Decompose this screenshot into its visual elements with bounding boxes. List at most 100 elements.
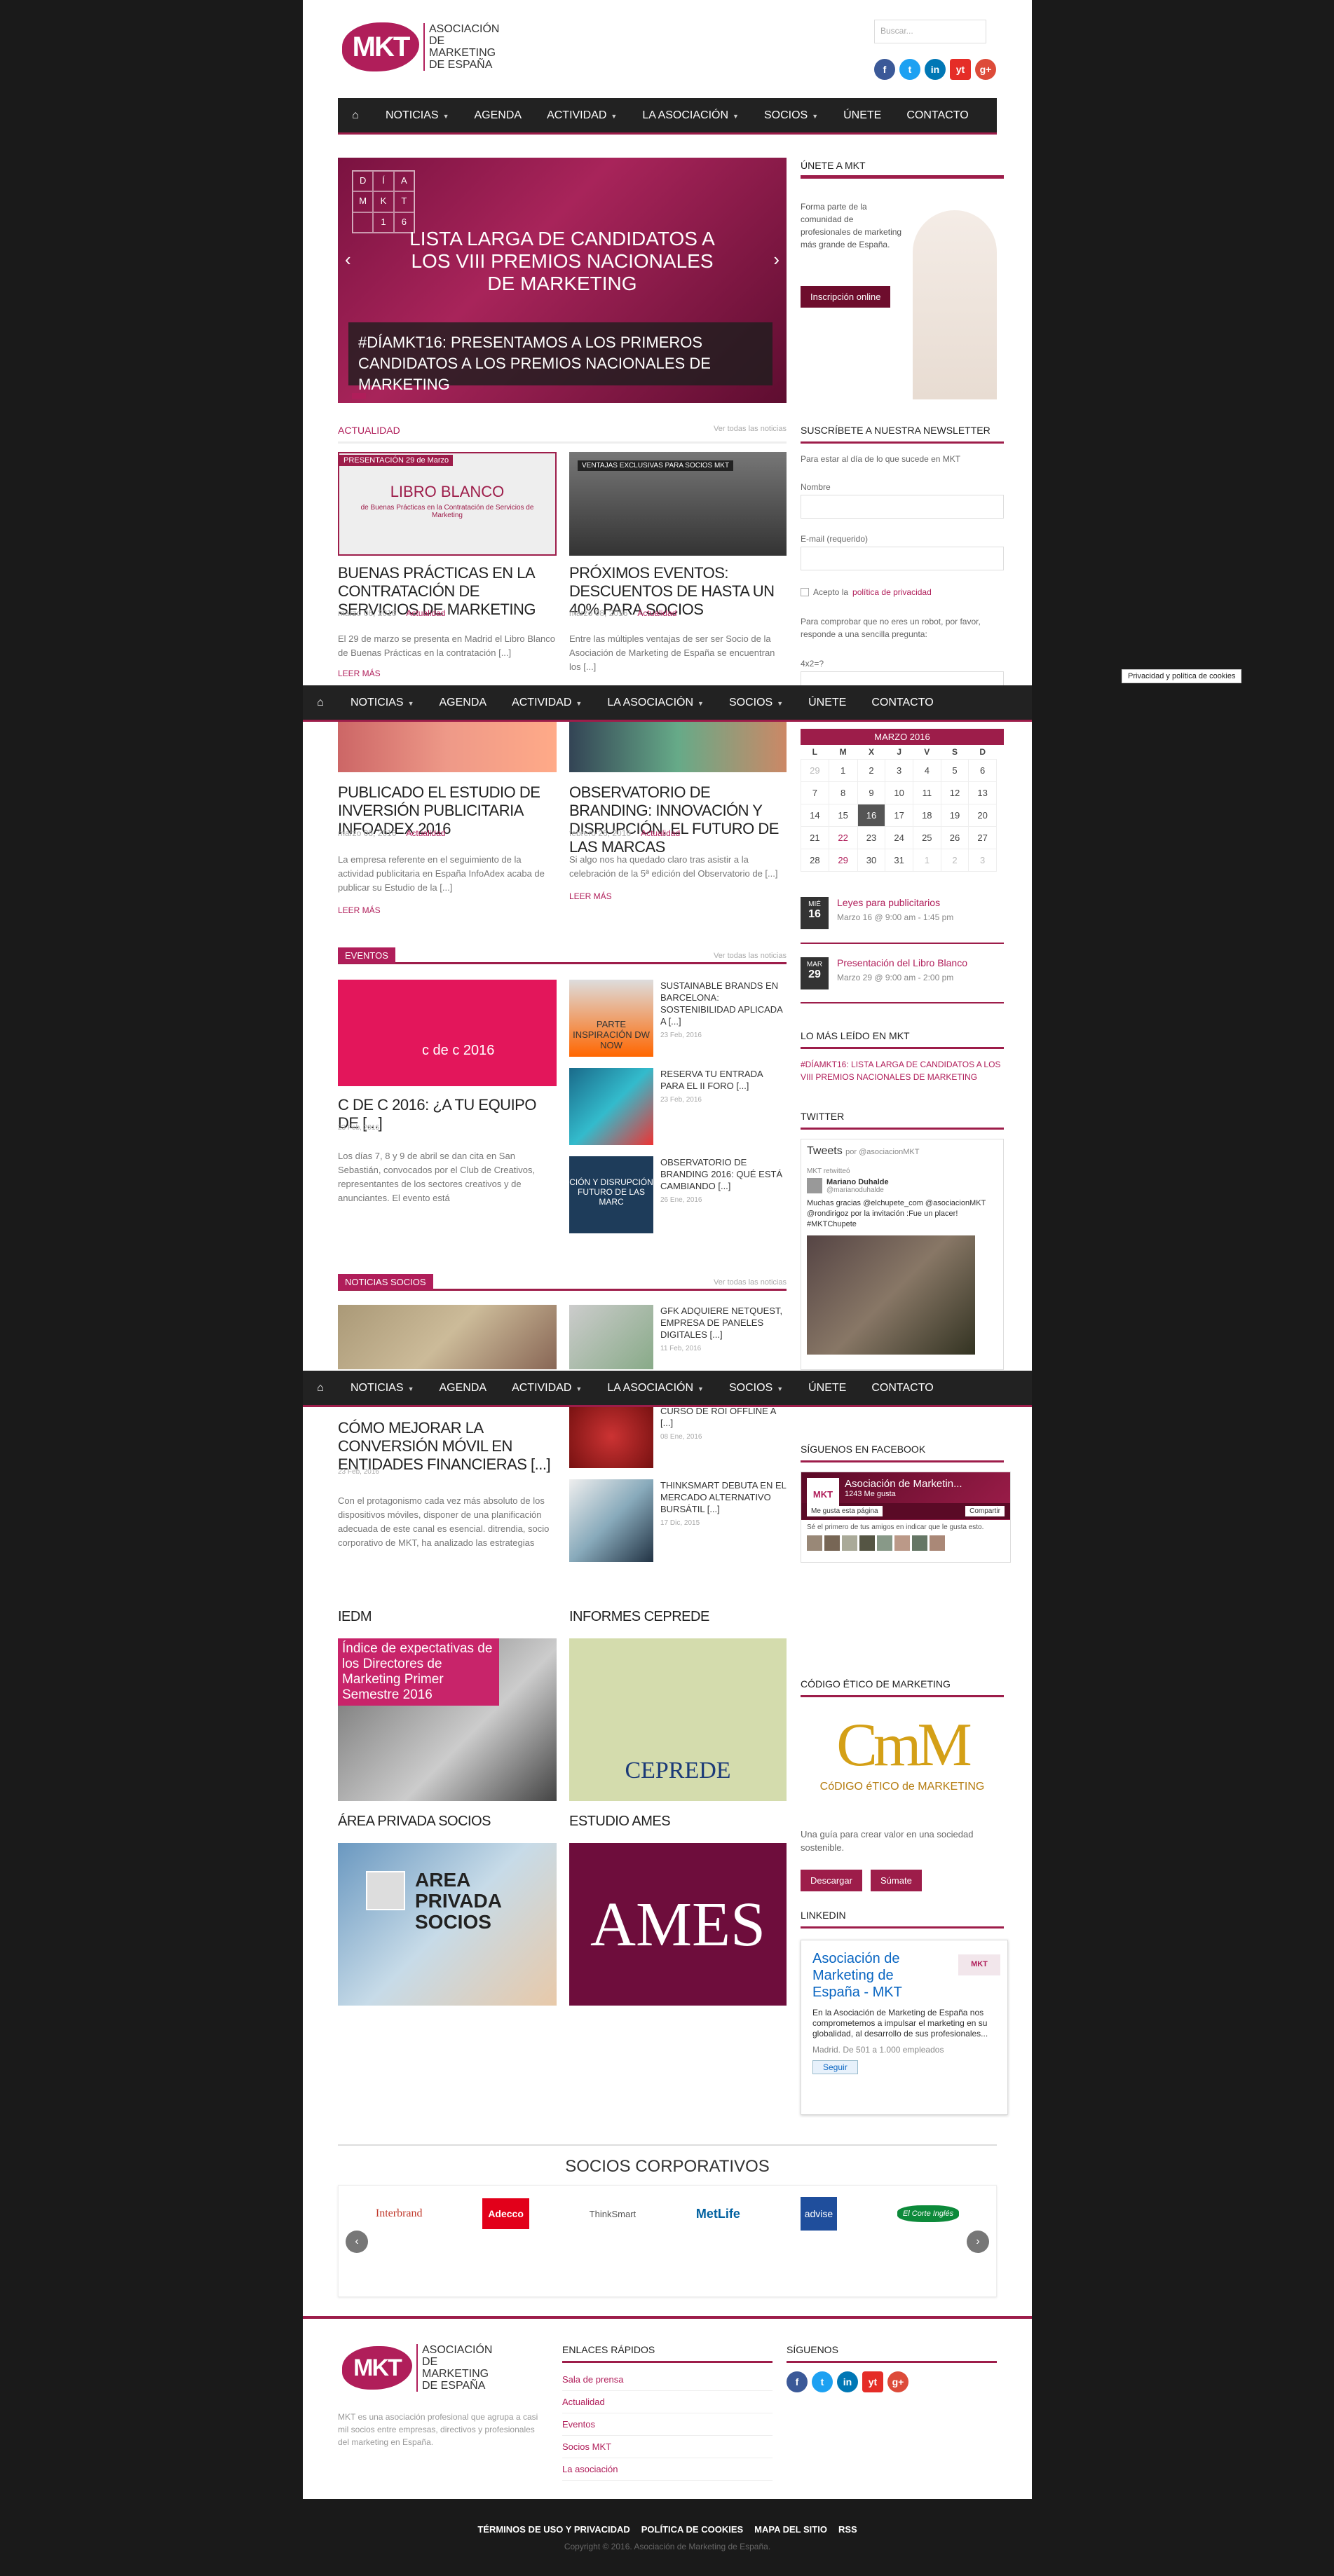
codigo-etico-logo[interactable]: CmM CóDIGO éTICO de MARKETING <box>815 1710 990 1822</box>
sponsor-logo[interactable]: El Corte Inglés <box>897 2205 960 2222</box>
nav-unete[interactable]: ÚNETE <box>831 109 894 122</box>
footer-link[interactable]: La asociación <box>562 2458 773 2481</box>
rss-link[interactable]: RSS <box>838 2524 857 2535</box>
slider-next-icon[interactable]: › <box>773 249 780 270</box>
list-item[interactable]: RESERVA TU ENTRADA PARA EL II FORO [...]… <box>569 1068 787 1145</box>
calendar-day[interactable]: 5 <box>940 759 969 782</box>
site-logo[interactable]: MKT ASOCIACIÓN DE MARKETING DE ESPAÑA <box>342 22 508 71</box>
privacy-checkbox[interactable]: Acepto la política de privacidad <box>801 587 932 597</box>
footer-link[interactable]: Sala de prensa <box>562 2369 773 2391</box>
nav-contacto[interactable]: CONTACTO <box>859 697 946 709</box>
nav-socios[interactable]: SOCIOS ▼ <box>716 1382 796 1395</box>
hero-caption[interactable]: #DÍAMKT16: PRESENTAMOS A LOS PRIMEROS CA… <box>348 322 773 393</box>
post-image[interactable] <box>338 1305 557 1369</box>
nav-actividad[interactable]: ACTIVIDAD ▼ <box>534 109 629 122</box>
hero-slider[interactable]: D Í A M K T 1 6 LISTA LARGA DE CANDIDATO… <box>338 158 787 403</box>
calendar-day[interactable]: 2 <box>857 759 886 782</box>
calendar-day[interactable]: 9 <box>857 781 886 804</box>
nav-contacto[interactable]: CONTACTO <box>859 1382 946 1395</box>
sponsor-logo[interactable]: MetLife <box>696 2207 740 2221</box>
calendar-day[interactable]: 28 <box>801 849 829 872</box>
ames-image[interactable]: AMES <box>569 1843 787 2006</box>
read-more-link[interactable]: LEER MÁS <box>338 669 381 678</box>
event-item[interactable]: MIÉ 16 Leyes para publicitarios Marzo 16 @… <box>801 897 1004 929</box>
calendar-day[interactable]: 7 <box>801 781 829 804</box>
event-title[interactable]: Leyes para publicitarios <box>837 897 953 908</box>
nav-asociacion[interactable]: LA ASOCIACIÓN ▼ <box>594 1382 716 1395</box>
facebook-like-button[interactable]: Me gusta esta página <box>807 1506 883 1516</box>
calendar-day[interactable]: 3 <box>968 849 997 872</box>
checkbox-icon[interactable] <box>801 588 809 596</box>
list-item[interactable]: CIÓN Y DISRUPCIÓN FUTURO DE LAS MARC OBS… <box>569 1156 787 1233</box>
event-title[interactable]: Presentación del Libro Blanco <box>837 957 967 968</box>
search-input[interactable]: Buscar... <box>874 20 986 43</box>
nav-actividad[interactable]: ACTIVIDAD ▼ <box>499 1382 594 1395</box>
slider-dot[interactable] <box>352 393 366 399</box>
home-icon[interactable]: ⌂ <box>303 697 338 709</box>
calendar-day[interactable]: 30 <box>857 849 886 872</box>
sponsor-logo[interactable]: ThinkSmart <box>590 2209 636 2219</box>
calendar-day[interactable]: 10 <box>885 781 913 804</box>
actualidad-see-all[interactable]: Ver todas las noticias <box>714 425 787 433</box>
carousel-prev-icon[interactable]: ‹ <box>346 2231 368 2253</box>
google-plus-icon[interactable]: g+ <box>975 59 996 80</box>
email-field[interactable] <box>801 547 1004 570</box>
nav-contacto[interactable]: CONTACTO <box>894 109 981 122</box>
calendar-day[interactable]: 19 <box>940 804 969 827</box>
nav-noticias[interactable]: NOTICIAS ▼ <box>338 697 426 709</box>
join-button[interactable]: Inscripción online <box>801 286 891 308</box>
home-icon[interactable]: ⌂ <box>338 109 373 122</box>
twitter-icon[interactable]: t <box>899 59 920 80</box>
eventos-see-all[interactable]: Ver todas las noticias <box>714 952 787 960</box>
calendar-day[interactable]: 8 <box>828 781 858 804</box>
google-plus-icon[interactable]: g+ <box>887 2371 908 2392</box>
footer-link[interactable]: Socios MKT <box>562 2436 773 2458</box>
carousel-next-icon[interactable]: › <box>967 2231 989 2253</box>
post-title[interactable]: OBSERVATORIO DE BRANDING: INNOVACIÓN Y D… <box>569 783 787 856</box>
calendar-day[interactable]: 12 <box>940 781 969 804</box>
footer-link[interactable]: Eventos <box>562 2413 773 2436</box>
nav-socios[interactable]: SOCIOS ▼ <box>716 697 796 709</box>
privacy-cookies-pill[interactable]: Privacidad y política de cookies <box>1122 669 1242 683</box>
calendar-day[interactable]: 17 <box>885 804 913 827</box>
nav-noticias[interactable]: NOTICIAS ▼ <box>338 1382 426 1395</box>
sponsor-logo[interactable]: Interbrand <box>376 2207 423 2220</box>
calendar-day[interactable]: 23 <box>857 826 886 849</box>
nav-asociacion[interactable]: LA ASOCIACIÓN ▼ <box>594 697 716 709</box>
calendar-day[interactable]: 15 <box>828 804 858 827</box>
calendar-day[interactable]: 13 <box>968 781 997 804</box>
cookies-link[interactable]: POLÍTICA DE COOKIES <box>641 2524 743 2535</box>
linkedin-icon[interactable]: in <box>925 59 946 80</box>
facebook-icon[interactable]: f <box>874 59 895 80</box>
linkedin-widget[interactable]: Asociación de Marketing de España - MKT … <box>801 1940 1008 2115</box>
calendar-day[interactable]: 11 <box>912 781 941 804</box>
sponsors-carousel[interactable]: Interbrand Adecco ThinkSmart MetLife adv… <box>338 2185 997 2297</box>
twitter-icon[interactable]: t <box>812 2371 833 2392</box>
nav-agenda[interactable]: AGENDA <box>426 1382 499 1395</box>
slider-prev-icon[interactable]: ‹ <box>345 249 351 270</box>
sponsor-logo[interactable]: advise <box>800 2197 838 2231</box>
noticias-socios-see-all[interactable]: Ver todas las noticias <box>714 1278 787 1287</box>
calendar-day[interactable]: 3 <box>885 759 913 782</box>
event-item[interactable]: MAR 29 Presentación del Libro Blanco Marzo… <box>801 957 1004 989</box>
nav-unete[interactable]: ÚNETE <box>796 1382 859 1395</box>
facebook-icon[interactable]: f <box>787 2371 808 2392</box>
calendar-day[interactable]: 1 <box>912 849 941 872</box>
list-item[interactable]: GFK ADQUIERE NETQUEST, EMPRESA DE PANELE… <box>569 1305 787 1369</box>
calendar-day[interactable]: 1 <box>828 759 858 782</box>
facebook-widget[interactable]: MKT Asociación de Marketin... 1243 Me gus… <box>801 1472 1011 1563</box>
calendar-day[interactable]: 26 <box>940 826 969 849</box>
calendar-day[interactable]: 14 <box>801 804 829 827</box>
calendar-day[interactable]: 27 <box>968 826 997 849</box>
calendar-day[interactable]: 18 <box>912 804 941 827</box>
nav-noticias[interactable]: NOTICIAS ▼ <box>373 109 461 122</box>
footer-logo[interactable]: MKT ASOCIACIÓN DE MARKETING DE ESPAÑA <box>342 2344 501 2392</box>
calendar-day[interactable]: 21 <box>801 826 829 849</box>
tweet-photo[interactable] <box>807 1235 975 1355</box>
ceprede-image[interactable]: CEPREDE <box>569 1638 787 1801</box>
youtube-icon[interactable]: yt <box>950 59 971 80</box>
youtube-icon[interactable]: yt <box>862 2371 883 2392</box>
read-more-link[interactable]: LEER MÁS <box>338 905 381 915</box>
home-icon[interactable]: ⌂ <box>303 1382 338 1395</box>
calendar-day[interactable]: 2 <box>940 849 969 872</box>
